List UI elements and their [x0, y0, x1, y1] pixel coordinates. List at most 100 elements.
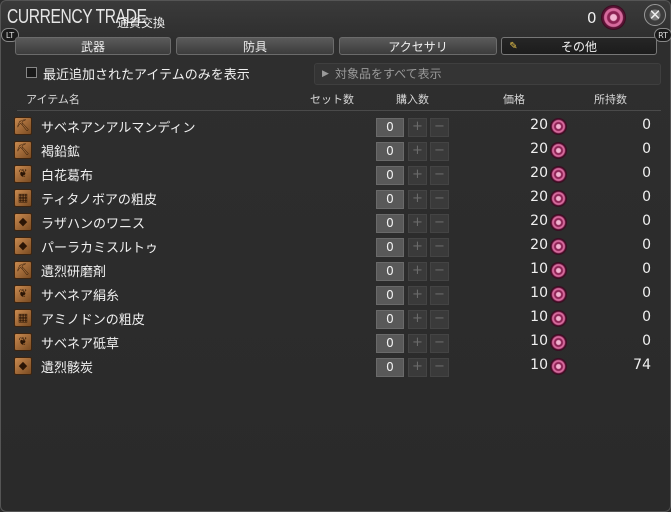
table-row[interactable]: ❦ サベネア絹糸 0 + −10 0 — [11, 282, 661, 306]
decrease-quantity-button[interactable]: − — [430, 238, 449, 257]
pickaxe-icon: ⛏ — [14, 117, 32, 135]
increase-quantity-button[interactable]: + — [408, 286, 427, 305]
decrease-quantity-button[interactable]: − — [430, 190, 449, 209]
recent-items-checkbox[interactable] — [26, 67, 37, 78]
item-price: 10 — [530, 285, 548, 301]
currency-coin-icon — [550, 214, 567, 231]
table-row[interactable]: ◆ 遺烈骸炭 0 + − 10 74 — [11, 354, 661, 378]
quantity-input[interactable]: 0 — [376, 142, 404, 161]
item-price: 20 — [530, 237, 548, 253]
table-row[interactable]: ⛏ 褐鉛鉱 0 + −20 0 — [11, 138, 661, 162]
table-row[interactable]: ⛏ 遺烈研磨剤 0 + −10 0 — [11, 258, 661, 282]
quantity-input[interactable]: 0 — [376, 238, 404, 257]
owned-count: 0 — [642, 237, 651, 253]
decrease-quantity-button[interactable]: − — [430, 118, 449, 137]
owned-count: 0 — [642, 141, 651, 157]
decrease-quantity-button[interactable]: − — [430, 214, 449, 233]
currency-trade-window: CURRENCY TRADE 通貨交換 0 ✕ LT RT 武器 防具 アクセサ… — [0, 0, 671, 512]
owned-count: 0 — [642, 165, 651, 181]
item-price: 20 — [530, 141, 548, 157]
currency-coin-icon — [550, 190, 567, 207]
table-row[interactable]: ❦ サベネア砥草 0 + −10 0 — [11, 330, 661, 354]
currency-coin-icon — [550, 334, 567, 351]
owned-count: 0 — [642, 117, 651, 133]
item-name: サベネア砥草 — [41, 337, 120, 352]
item-price: 10 — [530, 333, 548, 349]
item-price: 10 — [530, 261, 548, 277]
decrease-quantity-button[interactable]: − — [430, 142, 449, 161]
dropdown-selected-value: 対象品をすべて表示 — [335, 67, 442, 81]
tab-armor[interactable]: 防具 — [176, 37, 334, 55]
flask-icon: ◆ — [14, 357, 32, 375]
currency-coin-icon — [550, 166, 567, 183]
increase-quantity-button[interactable]: + — [408, 142, 427, 161]
owned-count: 0 — [642, 189, 651, 205]
header-divider — [17, 110, 661, 111]
currency-coin-icon — [550, 310, 567, 327]
item-price: 20 — [530, 165, 548, 181]
quantity-input[interactable]: 0 — [376, 166, 404, 185]
increase-quantity-button[interactable]: + — [408, 358, 427, 377]
increase-quantity-button[interactable]: + — [408, 166, 427, 185]
increase-quantity-button[interactable]: + — [408, 214, 427, 233]
quantity-input[interactable]: 0 — [376, 214, 404, 233]
item-price: 10 — [530, 309, 548, 325]
leaf-icon: ❦ — [14, 165, 32, 183]
leaf-icon: ❦ — [14, 333, 32, 351]
column-header-price: 価格 — [503, 93, 525, 106]
decrease-quantity-button[interactable]: − — [430, 358, 449, 377]
title-bar: CURRENCY TRADE 通貨交換 0 ✕ — [1, 1, 670, 35]
pickaxe-icon: ⛏ — [14, 141, 32, 159]
item-name: サベネア絹糸 — [41, 289, 120, 304]
table-row[interactable]: ◆ ラザハンのワニス 0 + −20 0 — [11, 210, 661, 234]
currency-coin-icon — [550, 118, 567, 135]
table-row[interactable]: ❦ 白花葛布 0 + −20 0 — [11, 162, 661, 186]
item-price: 20 — [530, 189, 548, 205]
increase-quantity-button[interactable]: + — [408, 262, 427, 281]
currency-count: 0 — [587, 9, 597, 27]
quantity-input[interactable]: 0 — [376, 190, 404, 209]
increase-quantity-button[interactable]: + — [408, 334, 427, 353]
table-row[interactable]: ◆ パーラカミスルトゥ 0 + −20 0 — [11, 234, 661, 258]
hide-icon: ▦ — [14, 189, 32, 207]
column-header-set-count: セット数 — [310, 93, 354, 106]
item-name: 褐鉛鉱 — [41, 145, 81, 160]
table-row[interactable]: ⛏ サベネアンアルマンディン 0 + −20 0 — [11, 114, 661, 138]
window-subtitle: 通貨交換 — [117, 16, 166, 30]
decrease-quantity-button[interactable]: − — [430, 334, 449, 353]
quantity-input[interactable]: 0 — [376, 286, 404, 305]
quantity-input[interactable]: 0 — [376, 358, 404, 377]
increase-quantity-button[interactable]: + — [408, 190, 427, 209]
increase-quantity-button[interactable]: + — [408, 118, 427, 137]
decrease-quantity-button[interactable]: − — [430, 262, 449, 281]
item-name: 遺烈骸炭 — [41, 361, 94, 376]
item-name: サベネアンアルマンディン — [41, 121, 196, 136]
leaf-icon: ❦ — [14, 285, 32, 303]
increase-quantity-button[interactable]: + — [408, 238, 427, 257]
quantity-input[interactable]: 0 — [376, 334, 404, 353]
owned-count: 74 — [633, 357, 651, 373]
owned-count: 0 — [642, 213, 651, 229]
increase-quantity-button[interactable]: + — [408, 310, 427, 329]
currency-coin-icon — [550, 238, 567, 255]
tab-label: その他 — [560, 40, 597, 54]
table-row[interactable]: ▦ ティタノボアの粗皮 0 + −20 0 — [11, 186, 661, 210]
item-price: 20 — [530, 213, 548, 229]
item-filter-dropdown[interactable]: ▶ 対象品をすべて表示 — [314, 63, 661, 85]
currency-coin-icon — [550, 142, 567, 159]
tab-label: 武器 — [80, 40, 105, 54]
tab-weapons[interactable]: 武器 — [15, 37, 171, 55]
owned-count: 0 — [642, 309, 651, 325]
quantity-input[interactable]: 0 — [376, 310, 404, 329]
close-button[interactable]: ✕ — [644, 4, 666, 26]
decrease-quantity-button[interactable]: − — [430, 310, 449, 329]
table-row[interactable]: ▦ アミノドンの粗皮 0 + −10 0 — [11, 306, 661, 330]
tab-accessories[interactable]: アクセサリ — [339, 37, 497, 55]
column-header-owned: 所持数 — [594, 93, 627, 106]
decrease-quantity-button[interactable]: − — [430, 166, 449, 185]
currency-coin-icon — [550, 262, 567, 279]
tab-other[interactable]: ✎ その他 — [501, 37, 657, 55]
decrease-quantity-button[interactable]: − — [430, 286, 449, 305]
quantity-input[interactable]: 0 — [376, 118, 404, 137]
quantity-input[interactable]: 0 — [376, 262, 404, 281]
